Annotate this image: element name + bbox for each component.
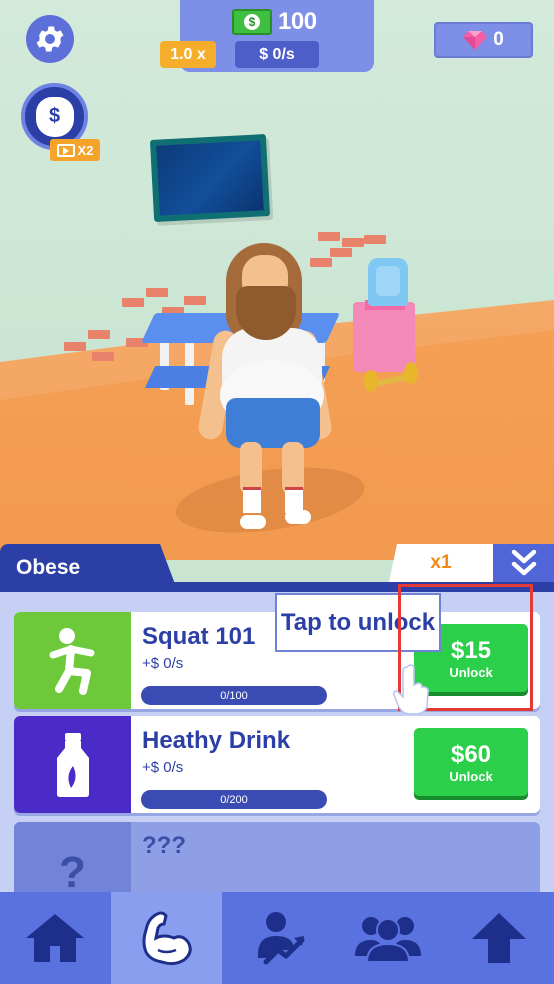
- item-title: Squat 101: [142, 623, 256, 650]
- wall-brick: [330, 248, 352, 257]
- wall-brick: [122, 298, 144, 307]
- multiplier-badge: 1.0 x: [160, 41, 216, 68]
- character-sock-left: [243, 487, 261, 513]
- bottom-nav: [0, 892, 554, 984]
- settings-button[interactable]: [26, 15, 74, 63]
- group-icon: [354, 917, 421, 963]
- item-icon-cell: [14, 716, 131, 813]
- unlock-price: $60: [450, 740, 492, 768]
- wall-brick: [146, 288, 168, 297]
- item-title: Heathy Drink: [142, 727, 291, 754]
- cash-amount: 100: [278, 8, 317, 35]
- item-income: +$ 0/s: [142, 655, 184, 672]
- video-icon: [56, 143, 75, 157]
- unlock-label: Unlock: [449, 768, 493, 784]
- wall-brick: [342, 238, 364, 247]
- water-bottle: [368, 258, 408, 306]
- wall-brick: [184, 296, 206, 305]
- locked-upgrade-item: ? ???: [14, 822, 540, 898]
- unlock-button[interactable]: $60 Unlock: [414, 728, 528, 796]
- gear-icon: [36, 26, 64, 52]
- wall-brick: [310, 258, 332, 267]
- character-shoe-left: [240, 515, 266, 529]
- nav-character[interactable]: [222, 892, 333, 984]
- wall-brick: [92, 352, 114, 361]
- wall-tv: [149, 134, 271, 222]
- cash-icon: $: [232, 9, 272, 35]
- money-bag-icon: $: [35, 96, 74, 137]
- water-cooler: [353, 302, 415, 372]
- x2-video-badge[interactable]: X2: [50, 139, 100, 161]
- dumbbell-plate: [404, 362, 418, 384]
- wall-brick: [364, 235, 386, 244]
- character-shorts: [226, 398, 320, 448]
- nav-workout[interactable]: [110, 892, 222, 984]
- person-progress-icon: [257, 912, 305, 965]
- wall-brick: [64, 342, 86, 351]
- item-progress-bar: 0/200: [141, 790, 327, 809]
- nav-social[interactable]: [332, 892, 443, 984]
- squat-figure-icon: [49, 627, 94, 695]
- item-title: ???: [142, 832, 186, 859]
- dumbbell-plate: [364, 370, 378, 392]
- nav-home[interactable]: [0, 892, 111, 984]
- item-progress-bar: 0/100: [141, 686, 327, 705]
- home-icon: [26, 914, 85, 962]
- upgrade-item: Heathy Drink +$ 0/s 0/200 $60 Unlock: [14, 716, 540, 813]
- up-arrow-icon: [471, 913, 526, 963]
- speed-multiplier-tab[interactable]: x1: [389, 544, 493, 582]
- unlock-label: Unlock: [449, 664, 493, 680]
- tutorial-tooltip: Tap to unlock: [275, 593, 441, 652]
- gem-icon: [463, 31, 488, 50]
- game-scene: [0, 0, 554, 560]
- double-chevron-down-icon: [511, 549, 536, 576]
- x2-label: X2: [77, 142, 94, 158]
- collapse-panel-button[interactable]: [493, 544, 554, 582]
- item-icon-cell: [14, 612, 131, 709]
- income-rate-badge: $ 0/s: [235, 41, 319, 68]
- gem-counter[interactable]: 0: [434, 22, 533, 58]
- character-shoe-right: [285, 510, 311, 524]
- item-income: +$ 0/s: [142, 759, 184, 776]
- wall-brick: [318, 232, 340, 241]
- question-mark-icon: ?: [14, 822, 131, 898]
- muscle-arm-icon: [142, 911, 192, 966]
- unlock-price: $15: [450, 636, 492, 664]
- wall-brick: [88, 330, 110, 339]
- nav-upgrade[interactable]: [443, 892, 554, 984]
- milk-bottle-icon: [56, 732, 89, 797]
- pointing-hand-icon: [393, 664, 429, 715]
- gem-amount: 0: [493, 29, 504, 50]
- panel-header-strip: [0, 582, 554, 592]
